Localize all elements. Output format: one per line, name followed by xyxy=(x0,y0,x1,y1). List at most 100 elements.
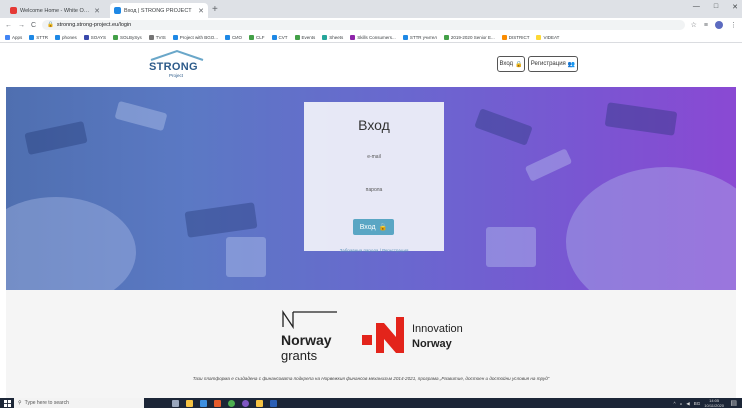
taskbar-search-input[interactable]: ⚲ Type here to search xyxy=(14,398,144,408)
bookmark-item[interactable]: TVIS xyxy=(148,34,166,40)
search-icon: ⚲ xyxy=(18,400,22,406)
reload-icon[interactable]: C xyxy=(31,22,36,29)
bookmark-item[interactable]: CVT xyxy=(271,34,288,40)
chrome-icon[interactable] xyxy=(228,399,235,407)
bookmark-item[interactable]: DISTRICT xyxy=(501,34,529,40)
innovation-norway-logo-icon xyxy=(362,317,404,353)
bookmark-favicon-icon xyxy=(172,34,178,40)
footer: Norway grants Innovation Norway Тази пла… xyxy=(6,290,736,398)
windows-start-icon[interactable] xyxy=(0,398,14,408)
decor-hand-left xyxy=(6,197,136,290)
browser-icon[interactable] xyxy=(242,399,249,407)
browser-tab-welcome[interactable]: Welcome Home - White Out... ✕ xyxy=(6,3,104,18)
browser-tab-login[interactable]: Вход | STRONG PROJECT ✕ xyxy=(110,3,208,18)
close-tab-icon[interactable]: ✕ xyxy=(94,7,100,15)
hero-section: Вход e-mail парола Вход 🔒 Забравена паро… xyxy=(6,87,736,290)
language-indicator[interactable]: BG xyxy=(694,401,701,406)
task-view-icon[interactable] xyxy=(172,399,179,407)
close-tab-icon[interactable]: ✕ xyxy=(198,7,204,15)
bookmark-label: СИО xyxy=(232,34,242,40)
tab-title: Вход | STRONG PROJECT xyxy=(124,7,192,14)
decor-block xyxy=(114,100,168,132)
users-icon: 👥 xyxy=(567,61,576,68)
bookmarks-bar: Apps STTR phones SOAYS SOLBySys TVIS Project w… xyxy=(0,32,742,43)
login-submit-button[interactable]: Вход 🔒 xyxy=(353,219,394,235)
register-link[interactable]: Регистрация xyxy=(382,248,408,253)
bookmark-item[interactable]: Sheets xyxy=(322,34,343,40)
decor-block xyxy=(474,108,533,146)
url-text: stronng.strong-project.eu/login xyxy=(56,22,132,28)
bookmark-favicon-icon xyxy=(443,34,449,40)
bookmark-item[interactable]: VIDEAT xyxy=(536,34,559,40)
address-bar-row: ← → C 🔒 stronng.strong-project.eu/login … xyxy=(0,18,742,32)
bookmark-item[interactable]: СИО xyxy=(225,34,242,40)
bookmark-label: 2019-2020 Senior E... xyxy=(450,34,495,40)
tab-favicon-icon xyxy=(10,7,17,14)
email-input[interactable] xyxy=(334,162,414,170)
bookmark-label: Skills Consumers... xyxy=(357,34,396,40)
email-label: e-mail xyxy=(367,154,381,160)
bookmark-item[interactable]: phones xyxy=(55,34,77,40)
tab-favicon-icon xyxy=(114,7,121,14)
taskbar-apps xyxy=(172,399,277,407)
bookmark-item[interactable]: SOLBySys xyxy=(112,34,142,40)
password-input[interactable] xyxy=(334,195,414,203)
folder-icon[interactable] xyxy=(256,399,263,407)
bookmark-favicon-icon xyxy=(294,34,300,40)
extensions-icon[interactable]: ≡ xyxy=(704,22,708,29)
bookmark-item[interactable]: Skills Consumers... xyxy=(350,34,396,40)
bookmark-item[interactable]: 2019-2020 Senior E... xyxy=(443,34,495,40)
header-login-button[interactable]: Вход 🔒 xyxy=(497,56,525,72)
login-title: Вход xyxy=(358,117,390,133)
bookmark-item[interactable]: STTR учител xyxy=(402,34,437,40)
bookmark-label: phones xyxy=(62,34,77,40)
store-icon[interactable] xyxy=(200,399,207,407)
bookmark-item[interactable]: Events xyxy=(294,34,315,40)
word-icon[interactable] xyxy=(270,399,277,407)
close-window-button[interactable]: ✕ xyxy=(732,3,738,11)
strong-project-logo[interactable]: STRONG Project xyxy=(147,49,207,79)
network-icon[interactable]: ◒ xyxy=(680,401,683,406)
bookmark-favicon-icon xyxy=(350,34,356,40)
bookmark-item[interactable]: CLF xyxy=(249,34,265,40)
bookmark-favicon-icon xyxy=(271,34,277,40)
menu-icon[interactable]: ⋮ xyxy=(730,21,737,29)
bookmark-favicon-icon xyxy=(5,34,10,40)
bookmark-label: TVIS xyxy=(155,34,166,40)
profile-avatar[interactable] xyxy=(715,21,723,29)
system-tray: ^ ◒ ◀ BG 14:05 10/11/2020 xyxy=(673,398,724,408)
bookmark-item[interactable]: SOAYS xyxy=(83,34,106,40)
lock-icon: 🔒 xyxy=(378,224,388,231)
decor-block xyxy=(226,237,266,277)
office-icon[interactable] xyxy=(214,399,221,407)
new-tab-button[interactable]: + xyxy=(212,3,218,18)
volume-icon[interactable]: ◀ xyxy=(686,401,689,407)
bookmark-item[interactable]: STTR xyxy=(29,34,48,40)
norway-grants-logo-icon xyxy=(282,309,337,329)
notifications-icon[interactable]: ▤ xyxy=(730,399,737,407)
window-controls: — □ ✕ xyxy=(693,3,738,11)
password-label: парола xyxy=(365,187,383,193)
decor-block xyxy=(524,148,573,182)
bookmark-item[interactable]: Apps xyxy=(5,34,22,40)
forgot-password-link[interactable]: Забравена парола xyxy=(340,248,379,253)
login-card: Вход e-mail парола Вход 🔒 Забравена паро… xyxy=(304,102,444,253)
back-icon[interactable]: ← xyxy=(5,22,12,29)
minimize-button[interactable]: — xyxy=(693,3,700,11)
lock-icon: 🔒 xyxy=(47,22,54,28)
bookmark-item[interactable]: Project with BGO... xyxy=(172,34,218,40)
decor-block xyxy=(184,202,258,238)
windows-taskbar: ⚲ Type here to search ^ ◒ ◀ BG 14:05 10/… xyxy=(0,398,742,408)
bookmark-favicon-icon xyxy=(29,34,35,40)
header-register-button[interactable]: Регистрация 👥 xyxy=(528,56,578,72)
star-icon[interactable]: ☆ xyxy=(691,21,697,29)
bookmark-favicon-icon xyxy=(55,34,61,40)
forward-icon[interactable]: → xyxy=(18,22,25,29)
card-links: Забравена парола | Регистрация xyxy=(304,248,444,253)
clock[interactable]: 14:05 10/11/2020 xyxy=(704,398,724,408)
tray-chevron-icon[interactable]: ^ xyxy=(673,401,675,406)
url-field[interactable]: 🔒 stronng.strong-project.eu/login xyxy=(42,20,685,30)
maximize-button[interactable]: □ xyxy=(714,3,718,11)
bookmark-favicon-icon xyxy=(322,34,328,40)
file-explorer-icon[interactable] xyxy=(186,399,193,407)
